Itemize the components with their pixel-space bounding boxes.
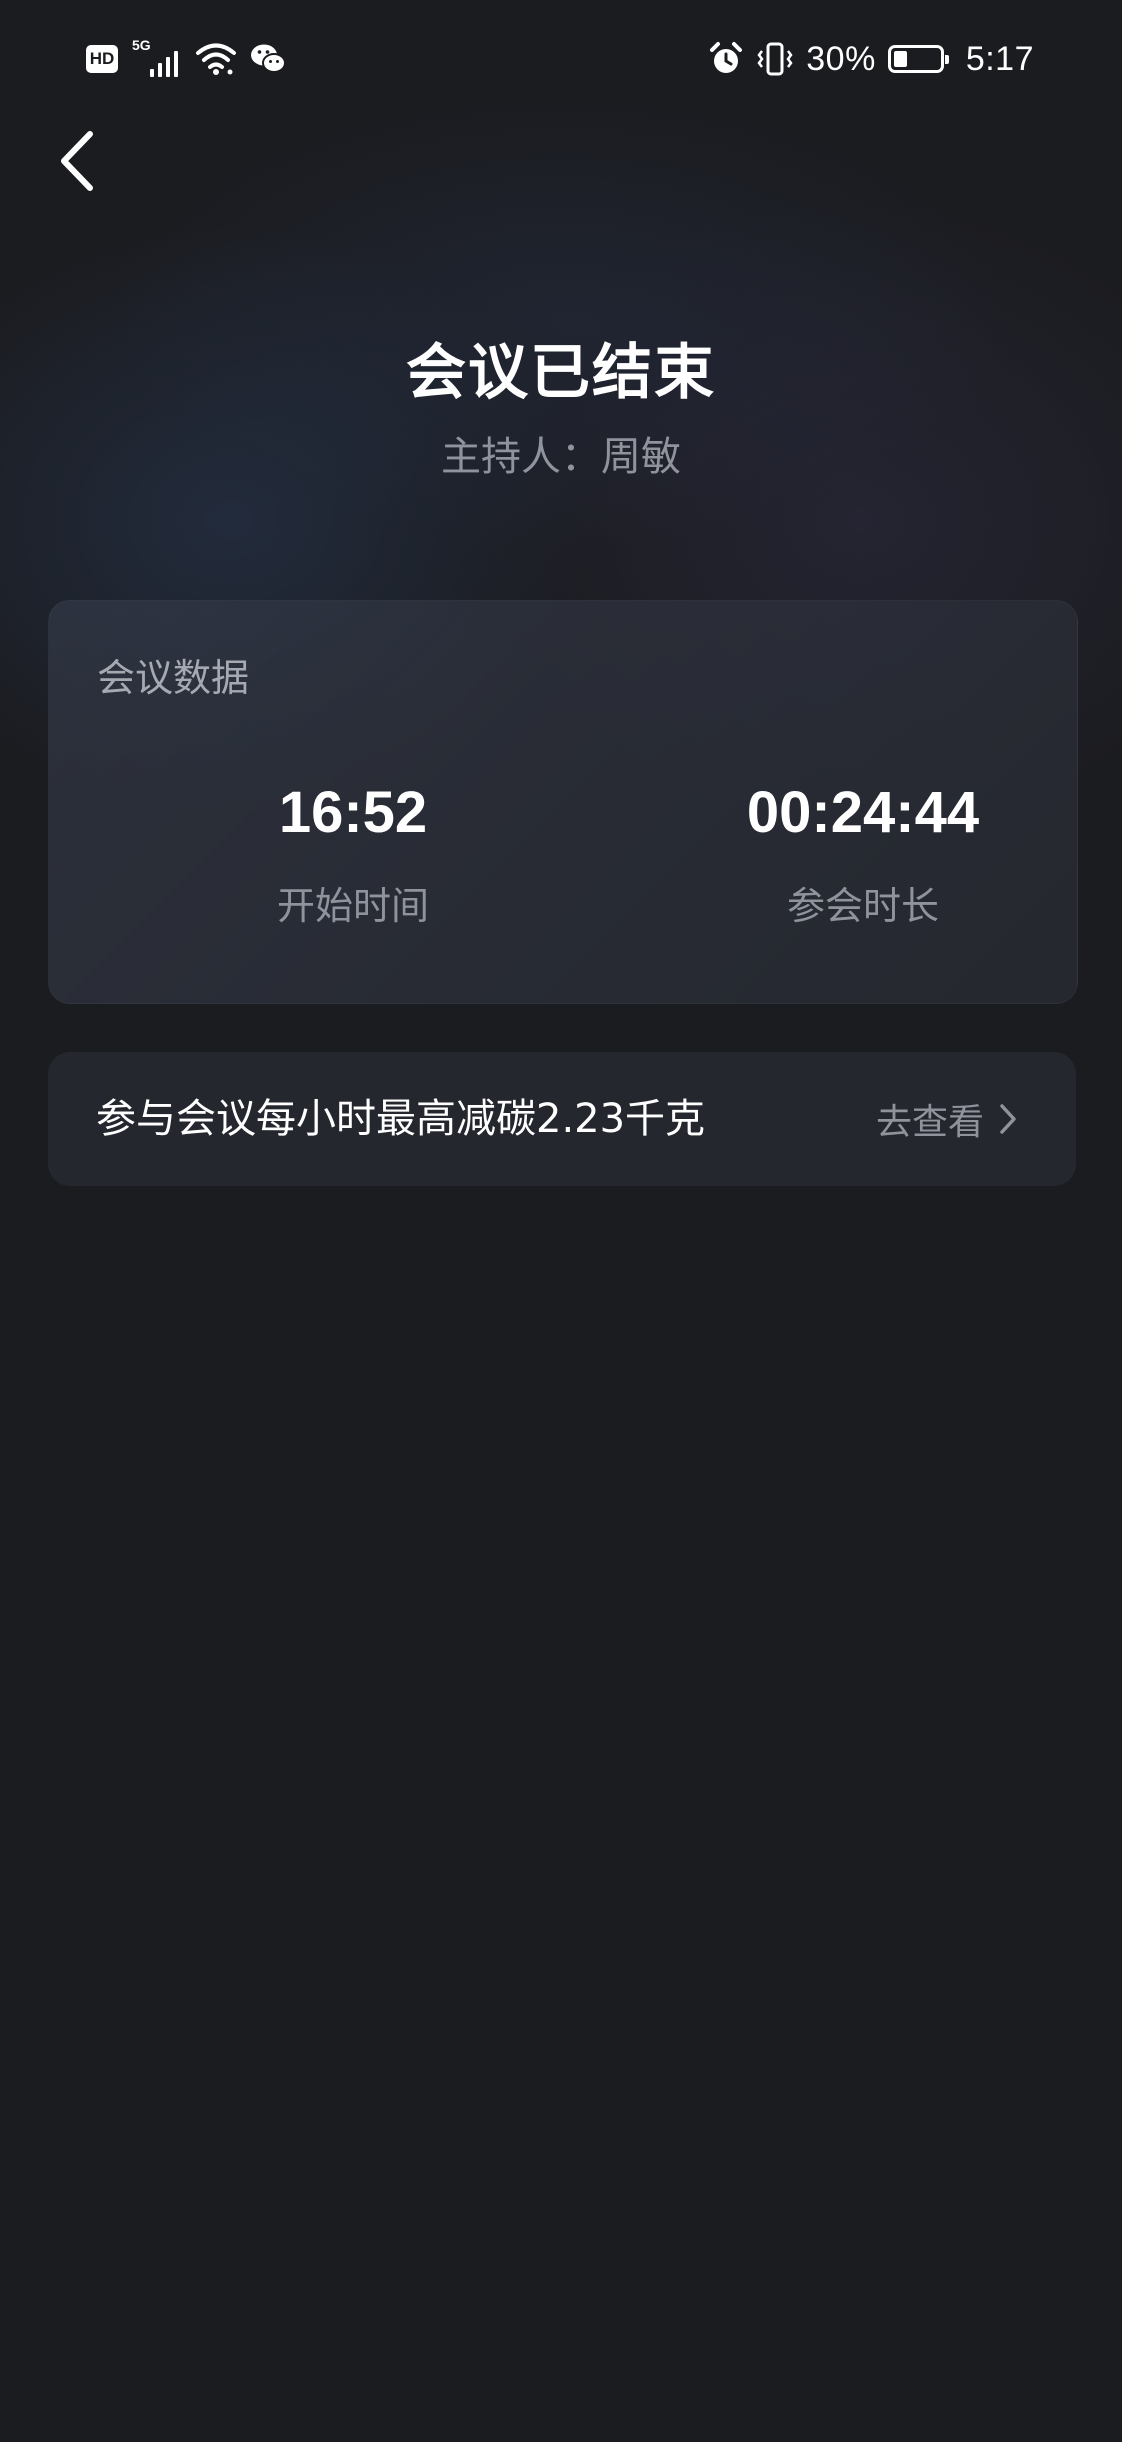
duration-stat: 00:24:44 参会时长 xyxy=(653,781,1073,930)
status-bar: HD 5G 30% 5:17 xyxy=(0,0,1122,120)
carbon-reduction-text: 参与会议每小时最高减碳2.23千克 xyxy=(96,1096,706,1142)
hd-icon: HD xyxy=(86,45,118,73)
start-time-value: 16:52 xyxy=(278,780,428,845)
host-name: 主持人：周敏 xyxy=(441,434,681,480)
view-details-link[interactable]: 去查看 xyxy=(876,1052,1018,1186)
vibrate-icon xyxy=(757,42,793,76)
duration-value: 00:24:44 xyxy=(746,780,980,845)
card-label: 会议数据 xyxy=(97,656,250,700)
status-bar-left: HD 5G xyxy=(86,37,286,80)
status-bar-right: 30% 5:17 xyxy=(708,38,1034,80)
battery-level-fill xyxy=(893,51,907,67)
alarm-icon xyxy=(710,42,743,73)
duration-caption: 参会时长 xyxy=(786,884,939,928)
clock-time: 5:17 xyxy=(965,39,1034,78)
network-type-label: 5G xyxy=(132,37,151,53)
5g-signal-icon: 5G xyxy=(132,37,182,77)
chevron-right-icon xyxy=(1000,1104,1016,1134)
wechat-icon xyxy=(251,44,286,73)
carbon-reduction-row[interactable]: 参与会议每小时最高减碳2.23千克 去查看 xyxy=(48,1052,1076,1186)
battery-percent: 30% xyxy=(806,39,876,78)
view-details-label: 去查看 xyxy=(875,1102,984,1143)
start-time-caption: 开始时间 xyxy=(276,884,429,928)
battery-icon xyxy=(887,45,949,73)
meeting-stats-card: 会议数据 16:52 开始时间 00:24:44 参会时长 xyxy=(48,600,1078,1004)
chevron-left-icon xyxy=(61,131,93,191)
back-button[interactable] xyxy=(48,126,108,196)
start-time-stat: 16:52 开始时间 xyxy=(143,781,563,930)
page-title: 会议已结束 xyxy=(406,338,716,408)
wifi-icon xyxy=(196,43,236,75)
